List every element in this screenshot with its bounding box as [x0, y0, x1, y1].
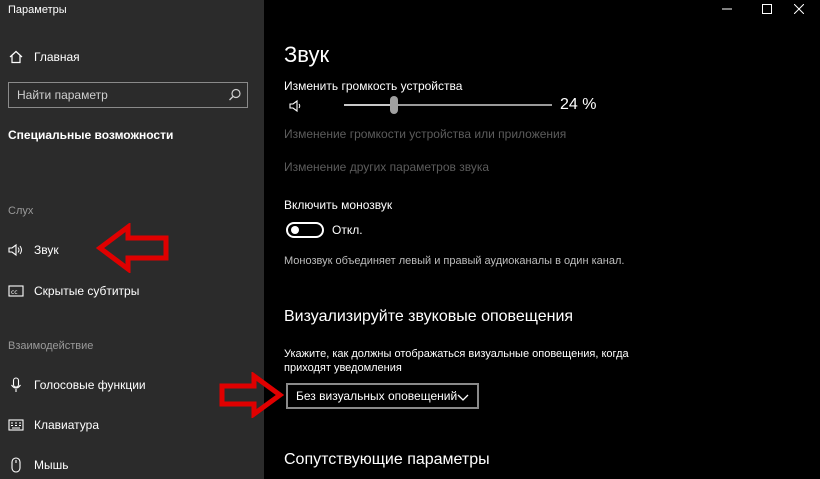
maximize-icon [762, 4, 772, 14]
volume-slider[interactable] [344, 96, 552, 114]
link-app-volume[interactable]: Изменение громкости устройства или прило… [284, 127, 566, 141]
category-title: Специальные возможности [8, 128, 174, 142]
chevron-down-icon [457, 390, 469, 402]
volume-slider-thumb[interactable] [389, 96, 398, 114]
nav-home-label: Главная [34, 50, 80, 64]
home-icon [8, 49, 24, 65]
group-header-hearing: Слух [8, 205, 34, 217]
sidebar-item-label: Голосовые функции [34, 378, 146, 392]
visualize-description-line2: приходят уведомления [284, 362, 402, 374]
mono-label: Включить монозвук [284, 198, 393, 212]
annotation-arrow-right-icon [219, 372, 284, 418]
close-icon [794, 4, 804, 14]
related-heading: Сопутствующие параметры [284, 451, 490, 468]
sidebar-item-mouse[interactable]: Мышь [0, 451, 264, 479]
volume-label: Изменить громкость устройства [284, 79, 463, 93]
volume-speaker-icon[interactable] [288, 98, 304, 119]
page-title: Звук [284, 42, 330, 67]
minimize-icon [722, 8, 732, 10]
sidebar-item-captions[interactable]: cc Скрытые субтитры [0, 277, 264, 305]
nav-home[interactable]: Главная [0, 43, 264, 71]
sidebar-item-label: Звук [34, 243, 59, 257]
svg-text:cc: cc [11, 289, 18, 296]
search-box [8, 82, 248, 108]
mono-description: Монозвук объединяет левый и правый аудио… [284, 255, 625, 267]
close-button[interactable] [784, 0, 814, 18]
microphone-icon [8, 377, 24, 393]
main-content: Звук Изменить громкость устройства 24 % … [264, 0, 820, 479]
mono-state: Откл. [332, 223, 363, 237]
visualize-heading: Визуализируйте звуковые оповещения [284, 308, 574, 325]
annotation-arrow-left-icon [96, 223, 169, 273]
sidebar-item-label: Скрытые субтитры [34, 284, 140, 298]
link-other-sound[interactable]: Изменение других параметров звука [284, 160, 489, 174]
toggle-knob [291, 226, 299, 234]
dropdown-value: Без визуальных оповещений [296, 389, 458, 403]
minimize-button[interactable] [712, 0, 742, 18]
search-icon[interactable] [227, 87, 243, 103]
maximize-button[interactable] [752, 0, 782, 18]
mono-toggle[interactable] [286, 222, 324, 238]
speaker-icon [8, 242, 24, 258]
sidebar-item-label: Мышь [34, 458, 69, 472]
volume-value: 24 % [560, 96, 597, 113]
mouse-icon [8, 457, 24, 473]
search-input[interactable] [9, 83, 227, 107]
sidebar-item-label: Клавиатура [34, 418, 99, 432]
closed-captions-icon: cc [8, 283, 24, 299]
group-header-interaction: Взаимодействие [8, 340, 94, 352]
visual-alerts-dropdown[interactable]: Без визуальных оповещений [286, 383, 479, 409]
volume-slider-fill [344, 104, 394, 106]
app-title: Параметры [8, 4, 67, 16]
keyboard-icon [8, 417, 24, 433]
visualize-description-line1: Укажите, как должны отображаться визуаль… [284, 348, 629, 360]
